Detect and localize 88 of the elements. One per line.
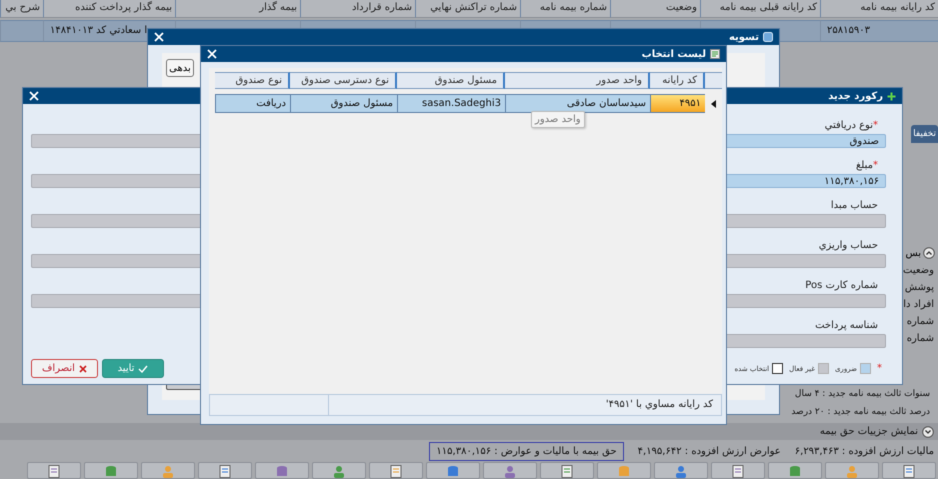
legend-swatch <box>860 363 871 374</box>
document-icon <box>561 465 573 478</box>
tooltip: واحد صدور <box>531 111 585 128</box>
column-header[interactable]: بيمه گذار پرداخت كننده <box>43 0 175 18</box>
person-icon <box>675 465 687 478</box>
column-header[interactable]: كد رايانه <box>650 72 705 89</box>
window-icon <box>763 32 773 42</box>
document-icon <box>48 465 60 478</box>
field-label: * نوع دريافتي <box>824 119 879 133</box>
close-icon <box>29 91 39 101</box>
close-button[interactable] <box>29 91 39 101</box>
summary-text: سنوات ثالث بيمه نامه جديد : ۴ سال <box>794 389 930 399</box>
toolbar-button[interactable] <box>27 462 81 479</box>
chevron-up-icon[interactable] <box>923 247 935 259</box>
database-icon <box>105 465 117 478</box>
person-icon <box>333 465 345 478</box>
table-cell[interactable]: مسئول صندوق <box>290 94 397 113</box>
column-header[interactable]: شماره بيمه نامه <box>520 0 610 18</box>
document-icon <box>732 465 744 478</box>
table-cell[interactable]: سیدساسان صادقی <box>505 94 650 113</box>
total-text: حق بيمه با ماليات و عوارض : ۱۱۵,۳۸۰,۱۵۶ <box>429 442 624 460</box>
person-icon <box>162 465 174 478</box>
close-button[interactable] <box>207 49 217 59</box>
details-bar[interactable]: نمايش جزييات حق بيمه <box>0 423 938 440</box>
field-label: شماره <box>906 316 935 327</box>
summary-text: درصد ثالث بيمه نامه جديد : ۲۰ درصد <box>790 407 930 417</box>
column-header[interactable]: نوع صندوق <box>215 72 290 89</box>
document-icon <box>390 465 402 478</box>
person-icon <box>846 465 858 478</box>
database-icon <box>447 465 459 478</box>
filter-text: كد رايانه مساوي با '۴۹۵۱' <box>328 395 721 415</box>
person-icon <box>504 465 516 478</box>
window-title: ليست انتخاب <box>642 48 706 60</box>
debt-button[interactable]: بدهی <box>166 59 194 77</box>
plus-icon <box>887 92 896 100</box>
list-icon <box>710 49 720 59</box>
close-icon <box>207 49 217 59</box>
table-cell[interactable]: ۴۹۵۱ <box>650 94 705 113</box>
total-text: عوارض ارزش افزوده : ۴,۱۹۵,۶۴۲ <box>638 444 781 458</box>
toolbar-button[interactable] <box>198 462 252 479</box>
document-icon <box>903 465 915 478</box>
field-label: شماره <box>906 333 935 344</box>
section-title: بس <box>905 248 921 258</box>
x-icon <box>78 364 87 372</box>
legend-swatch <box>772 363 784 374</box>
database-icon <box>618 465 630 478</box>
header-corner <box>705 72 722 89</box>
close-button[interactable] <box>154 32 164 42</box>
field-label: وضعيت <box>903 265 935 276</box>
toolbar-button[interactable] <box>369 462 423 479</box>
column-header[interactable]: واحد صدور <box>505 72 650 89</box>
field-label: حساب مبدا <box>830 199 879 213</box>
field-label: پوشش <box>904 282 935 293</box>
window-title: تسويه <box>728 32 759 42</box>
column-header[interactable]: كد رايانه بيمه نامه <box>820 0 938 18</box>
database-icon <box>276 465 288 478</box>
tab[interactable]: تخفيفا <box>911 125 938 143</box>
details-label: نمايش جزييات حق بيمه <box>820 426 918 437</box>
table-cell <box>0 20 43 42</box>
column-header[interactable]: بيمه گذار <box>175 0 300 18</box>
column-header[interactable]: نوع دسترسی صندوق <box>290 72 397 89</box>
table-cell[interactable]: sasan.Sadeghi3 <box>397 94 505 113</box>
column-header[interactable]: وضعيت <box>610 0 700 18</box>
close-icon <box>154 32 164 42</box>
field-label: شماره كارت Pos <box>805 279 879 293</box>
document-icon <box>219 465 231 478</box>
column-header[interactable]: كد رايانه قبلی بيمه نامه <box>700 0 820 18</box>
field-label: شناسه پرداخت <box>815 319 879 333</box>
toolbar-button[interactable] <box>711 462 765 479</box>
field-label: حساب واريزي <box>818 239 879 253</box>
required-mark: * <box>877 363 882 374</box>
toolbar-button[interactable] <box>540 462 594 479</box>
column-header[interactable]: شرح بي <box>0 0 43 18</box>
window-title: ركورد جديد <box>828 90 883 102</box>
field-label: * مبلغ <box>856 159 879 173</box>
total-text: ماليات ارزش افزوده : ۶,۲۹۳,۴۶۳ <box>794 444 934 458</box>
legend-swatch <box>818 363 829 374</box>
chevron-down-icon <box>922 426 934 438</box>
column-header[interactable]: مسئول صندوق <box>397 72 505 89</box>
check-icon <box>138 364 148 372</box>
cancel-button[interactable]: انصراف <box>31 359 98 378</box>
database-icon <box>789 465 801 478</box>
field-label: افراد دا <box>903 299 935 310</box>
toolbar-button[interactable] <box>882 462 936 479</box>
column-header[interactable]: شماره قرارداد <box>300 0 415 18</box>
table-cell: ۲۵۸۱۵۹۰۳ <box>820 20 938 42</box>
column-header[interactable]: شماره تراكنش نهايي <box>415 0 520 18</box>
table-cell[interactable]: دريافت <box>215 94 290 113</box>
